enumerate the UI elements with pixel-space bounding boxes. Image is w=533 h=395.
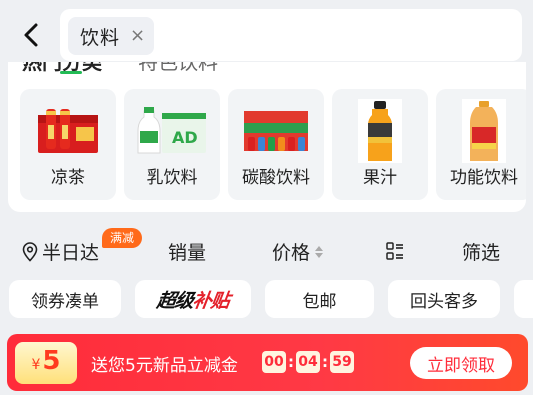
claim-button[interactable]: 立即领取: [410, 347, 512, 379]
filter-chip-super-subsidy[interactable]: 超级补贴: [135, 280, 251, 318]
super-subsidy-logo: 超级补贴: [155, 289, 231, 312]
coupon-banner[interactable]: ¥ 5 送您5元新品立减金 00 : 04 : 59 立即领取: [7, 334, 528, 391]
timer-seconds: 59: [330, 351, 354, 373]
filter-button[interactable]: 筛选: [462, 238, 500, 265]
sort-arrows-icon: [315, 245, 324, 258]
category-item[interactable]: 功能饮料: [436, 89, 526, 200]
filter-chip-repeat-customers[interactable]: 回头客多: [388, 280, 500, 318]
top-bar: 饮料 ×: [0, 0, 533, 70]
category-label: 功能饮料: [450, 168, 518, 188]
timer-hours: 00: [262, 351, 286, 373]
sort-price-label: 价格: [272, 242, 311, 264]
category-list: 凉茶 AD 乳饮料 碳酸饮料 果汁 功能饮料: [20, 89, 526, 200]
svg-text:AD: AD: [172, 128, 198, 147]
filter-chip-label: 领券凑单: [31, 291, 99, 312]
timer-separator: :: [322, 353, 328, 371]
category-card: 热门分类 特色饮料 凉茶 AD 乳饮料 碳酸饮料 果汁 功能饮料: [8, 62, 526, 212]
search-input[interactable]: 饮料 ×: [60, 9, 522, 61]
filter-label: 筛选: [462, 242, 501, 264]
milk-drink-icon: AD: [137, 107, 206, 154]
list-layout-icon: [386, 242, 403, 260]
category-item[interactable]: 碳酸饮料: [228, 89, 324, 200]
quick-filter-row: 领券凑单 超级补贴 包邮 回头客多: [0, 280, 533, 318]
category-label: 乳饮料: [146, 168, 198, 188]
location-pin-icon: [22, 241, 38, 262]
filter-chip-more[interactable]: [514, 280, 533, 318]
coupon-currency: ¥: [31, 357, 41, 373]
filter-chip-label: 包邮: [302, 291, 337, 312]
layout-toggle-button[interactable]: [386, 242, 404, 260]
category-tabs: 热门分类 特色饮料: [8, 62, 526, 76]
timer-minutes: 04: [296, 351, 320, 373]
category-label: 碳酸饮料: [242, 168, 310, 188]
active-tab-indicator: [60, 71, 82, 74]
herbal-tea-icon: [38, 109, 98, 153]
category-label: 凉茶: [51, 168, 85, 188]
sort-delivery-label: 半日达: [42, 242, 100, 264]
close-icon[interactable]: ×: [130, 27, 145, 45]
sort-bar: 半日达 满减 销量 价格 筛选: [0, 228, 533, 274]
sort-delivery[interactable]: 半日达: [22, 238, 99, 265]
timer-separator: :: [288, 353, 294, 371]
category-label: 果汁: [363, 168, 397, 188]
filter-chip-free-shipping[interactable]: 包邮: [265, 280, 374, 318]
category-item[interactable]: AD 乳饮料: [124, 89, 220, 200]
coupon-description: 送您5元新品立减金: [91, 356, 238, 376]
soda-icon: [244, 111, 308, 151]
search-keyword-label: 饮料: [80, 26, 121, 49]
filter-chip-coupon[interactable]: 领券凑单: [9, 280, 121, 318]
chevron-left-icon: [24, 23, 38, 47]
sort-price[interactable]: 价格: [272, 238, 324, 265]
discount-badge: 满减: [102, 228, 143, 248]
energy-drink-icon: [462, 99, 506, 163]
back-button[interactable]: [16, 20, 46, 50]
sort-sales-label: 销量: [168, 242, 207, 264]
sort-sales[interactable]: 销量: [168, 238, 206, 265]
tab-special-drinks[interactable]: 特色饮料: [138, 62, 218, 75]
juice-icon: [358, 99, 402, 163]
filter-chip-label: 回头客多: [410, 291, 478, 312]
category-item[interactable]: 果汁: [332, 89, 428, 200]
search-keyword-chip[interactable]: 饮料 ×: [68, 17, 154, 55]
coupon-value: ¥ 5: [15, 342, 77, 384]
coupon-amount: 5: [42, 346, 61, 376]
countdown-timer: 00 : 04 : 59: [262, 351, 354, 373]
category-item[interactable]: 凉茶: [20, 89, 116, 200]
